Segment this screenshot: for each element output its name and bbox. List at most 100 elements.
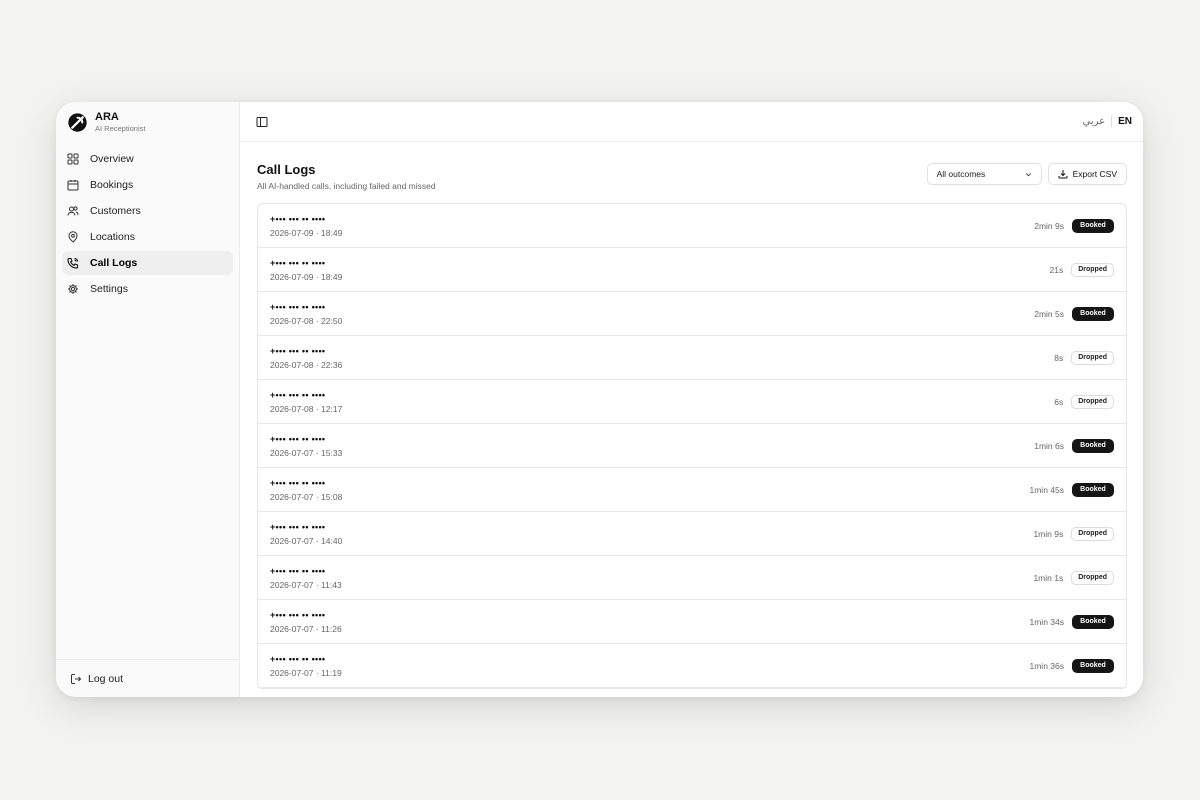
page-header: Call Logs All AI-handled calls, includin… — [257, 162, 1127, 191]
call-info: +••• ••• •• •••• 2026-07-09 · 18:49 — [270, 258, 342, 282]
call-meta: 6s Dropped — [1054, 394, 1114, 409]
call-log-row[interactable]: +••• ••• •• •••• 2026-07-09 · 18:49 21s Dro… — [258, 248, 1126, 292]
sidebar-item-label: Locations — [90, 231, 135, 243]
call-log-list: +••• ••• •• •••• 2026-07-09 · 18:49 2min 9… — [257, 203, 1127, 689]
call-timestamp: 2026-07-07 · 11:43 — [270, 579, 342, 590]
caller-phone: +••• ••• •• •••• — [270, 609, 326, 620]
export-csv-button[interactable]: Export CSV — [1047, 163, 1127, 185]
phone-icon — [67, 257, 79, 269]
call-duration: 1min 6s — [1034, 440, 1064, 451]
language-arabic[interactable]: عربي — [1082, 116, 1113, 127]
topbar: عربي EN — [240, 102, 1143, 142]
call-meta: 1min 36s Booked — [1029, 658, 1114, 673]
call-timestamp: 2026-07-07 · 11:26 — [270, 623, 342, 634]
caller-phone: +••• ••• •• •••• — [270, 301, 326, 312]
call-meta: 2min 9s Booked — [1034, 218, 1114, 233]
call-log-row[interactable]: +••• ••• •• •••• 2026-07-09 · 18:49 2min 9… — [258, 204, 1126, 248]
call-duration: 1min 36s — [1029, 660, 1065, 671]
call-info: +••• ••• •• •••• 2026-07-07 · 11:43 — [270, 566, 342, 590]
call-info: +••• ••• •• •••• 2026-07-08 · 22:36 — [270, 346, 342, 370]
sidebar-toggle-icon[interactable] — [256, 116, 268, 128]
sidebar-item-label: Settings — [90, 283, 128, 295]
download-icon — [1058, 169, 1068, 179]
export-csv-label: Export CSV — [1072, 169, 1117, 179]
outcome-badge: Booked — [1072, 218, 1114, 233]
sidebar-item-label: Bookings — [90, 179, 134, 191]
outcome-badge: Dropped — [1071, 262, 1114, 277]
header-actions: All outcomes Export CSV — [926, 163, 1127, 185]
call-timestamp: 2026-07-08 · 22:36 — [270, 359, 343, 370]
page-title: Call Logs — [257, 162, 316, 177]
page-subtitle: All AI-handled calls, including failed a… — [257, 181, 436, 191]
call-log-row[interactable]: +••• ••• •• •••• 2026-07-07 · 11:19 1min 3… — [258, 644, 1126, 688]
call-meta: 1min 45s Booked — [1029, 482, 1114, 497]
call-duration: 8s — [1054, 352, 1064, 363]
caller-phone: +••• ••• •• •••• — [270, 213, 326, 224]
call-log-row[interactable]: +••• ••• •• •••• 2026-07-07 · 11:26 1min 3… — [258, 600, 1126, 644]
caller-phone: +••• ••• •• •••• — [270, 257, 326, 268]
call-log-row[interactable]: +••• ••• •• •••• 2026-07-08 · 12:17 6s Drop… — [258, 380, 1126, 424]
call-duration: 1min 9s — [1033, 528, 1064, 539]
call-info: +••• ••• •• •••• 2026-07-07 · 14:40 — [270, 522, 342, 546]
calendar-icon — [67, 179, 79, 191]
call-meta: 1min 1s Dropped — [1033, 570, 1114, 585]
brand-name: ARA — [95, 110, 119, 123]
call-duration: 1min 34s — [1029, 616, 1065, 627]
outcome-filter-select[interactable]: All outcomes — [926, 163, 1042, 185]
outcome-badge: Booked — [1072, 306, 1114, 321]
sidebar: ARA AI Receptionist Overview Bookings Cu… — [56, 102, 240, 697]
call-info: +••• ••• •• •••• 2026-07-07 · 15:33 — [270, 434, 342, 458]
caller-phone: +••• ••• •• •••• — [270, 653, 326, 664]
call-info: +••• ••• •• •••• 2026-07-09 · 18:49 — [270, 214, 342, 238]
call-timestamp: 2026-07-07 · 11:19 — [270, 667, 342, 678]
main-panel: عربي EN Call Logs All AI-handled calls, … — [240, 102, 1143, 697]
gear-icon — [67, 283, 79, 295]
caller-phone: +••• ••• •• •••• — [270, 477, 326, 488]
sidebar-item-locations[interactable]: Locations — [62, 225, 233, 249]
logout-button[interactable]: Log out — [56, 659, 239, 697]
sidebar-item-call-logs[interactable]: Call Logs — [62, 251, 233, 275]
call-meta: 2min 5s Booked — [1034, 306, 1114, 321]
sidebar-item-customers[interactable]: Customers — [62, 199, 233, 223]
outcome-badge: Dropped — [1071, 526, 1114, 541]
logout-label: Log out — [88, 672, 124, 685]
sidebar-item-overview[interactable]: Overview — [62, 147, 233, 171]
call-log-row[interactable]: +••• ••• •• •••• 2026-07-08 · 22:50 2min 5… — [258, 292, 1126, 336]
content: Call Logs All AI-handled calls, includin… — [240, 142, 1143, 689]
call-timestamp: 2026-07-09 · 18:49 — [270, 271, 343, 282]
language-english[interactable]: EN — [1112, 116, 1132, 127]
app-window: ARA AI Receptionist Overview Bookings Cu… — [56, 102, 1143, 697]
call-log-row[interactable]: +••• ••• •• •••• 2026-07-07 · 11:43 1min 1… — [258, 556, 1126, 600]
call-duration: 2min 9s — [1034, 220, 1064, 231]
outcome-filter-value: All outcomes — [936, 169, 986, 179]
caller-phone: +••• ••• •• •••• — [270, 433, 326, 444]
call-log-row[interactable]: +••• ••• •• •••• 2026-07-07 · 14:40 1min 9… — [258, 512, 1126, 556]
sidebar-item-settings[interactable]: Settings — [62, 277, 233, 301]
call-timestamp: 2026-07-07 · 14:40 — [270, 535, 343, 546]
call-duration: 6s — [1054, 396, 1064, 407]
call-log-row[interactable]: +••• ••• •• •••• 2026-07-07 · 15:33 1min 6… — [258, 424, 1126, 468]
brand: ARA AI Receptionist — [56, 102, 239, 142]
brand-subtitle: AI Receptionist — [95, 123, 146, 133]
call-info: +••• ••• •• •••• 2026-07-07 · 11:19 — [270, 654, 342, 678]
logo-icon — [68, 112, 87, 132]
call-duration: 21s — [1049, 264, 1064, 275]
call-duration: 1min 45s — [1029, 484, 1065, 495]
sidebar-item-label: Overview — [90, 153, 134, 165]
call-log-row[interactable]: +••• ••• •• •••• 2026-07-07 · 15:08 1min 4… — [258, 468, 1126, 512]
call-info: +••• ••• •• •••• 2026-07-08 · 22:50 — [270, 302, 342, 326]
grid-icon — [67, 153, 79, 165]
map-pin-icon — [67, 231, 79, 243]
call-meta: 8s Dropped — [1054, 350, 1114, 365]
call-duration: 1min 1s — [1033, 572, 1064, 583]
sidebar-nav: Overview Bookings Customers Locations Ca… — [56, 142, 239, 306]
call-timestamp: 2026-07-07 · 15:33 — [270, 447, 343, 458]
sidebar-item-bookings[interactable]: Bookings — [62, 173, 233, 197]
outcome-badge: Booked — [1072, 614, 1114, 629]
call-info: +••• ••• •• •••• 2026-07-08 · 12:17 — [270, 390, 342, 414]
call-duration: 2min 5s — [1034, 308, 1064, 319]
call-info: +••• ••• •• •••• 2026-07-07 · 11:26 — [270, 610, 342, 634]
call-meta: 1min 9s Dropped — [1033, 526, 1114, 541]
call-log-row[interactable]: +••• ••• •• •••• 2026-07-08 · 22:36 8s Drop… — [258, 336, 1126, 380]
users-icon — [67, 205, 79, 217]
